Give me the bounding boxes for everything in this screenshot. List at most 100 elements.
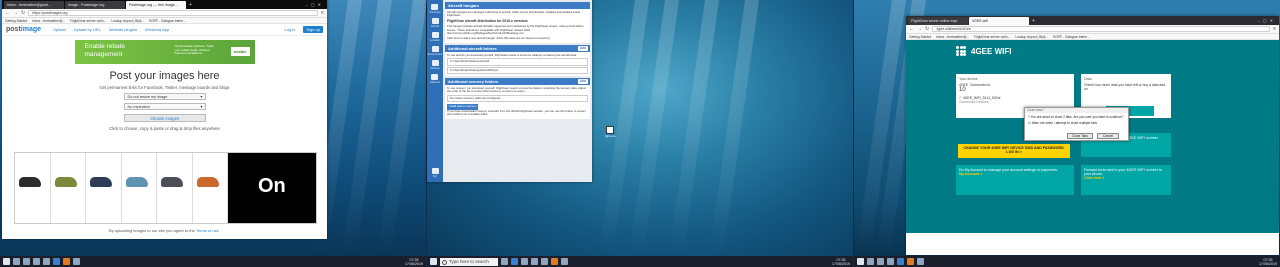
expiry-select[interactable]: No expiration <box>123 103 206 110</box>
flightgear-icon[interactable] <box>561 258 568 265</box>
mail-icon[interactable] <box>23 258 30 265</box>
reload-icon[interactable]: ↻ <box>925 26 929 32</box>
shoe-advert[interactable]: On <box>14 152 317 224</box>
advert-banner[interactable]: Enable rebate management Cloud-hosted so… <box>74 40 255 64</box>
folder-path[interactable]: C:/Users/fredm/Desktop/aircraft <box>447 58 588 66</box>
bookmark-item[interactable]: Getting Started <box>909 35 931 39</box>
hangar-hint[interactable]: Click here to add a new aircraft hangar.… <box>447 37 588 41</box>
sidebar-item-aircraft[interactable]: Aircraft <box>431 18 439 28</box>
nav-upload-url[interactable]: Upload by URL <box>74 27 101 32</box>
signup-button[interactable]: Sign up <box>303 26 323 33</box>
back-icon[interactable]: ← <box>5 10 10 16</box>
firefox-icon[interactable] <box>907 258 914 265</box>
bookmark-item[interactable]: Lookup Airport | Biyli... <box>111 19 144 23</box>
sidebar-item-settings[interactable]: Settings <box>430 60 440 70</box>
add-scenery-button[interactable]: Add <box>577 79 588 85</box>
add-folder-button[interactable]: Add <box>577 45 588 51</box>
taskbar-clock[interactable]: 07:35 17/06/2019 <box>832 258 850 266</box>
forward-card[interactable]: Forward texts sent to your 4GEE WIFI num… <box>1081 165 1171 195</box>
sidebar-item-location[interactable]: Location <box>430 32 440 42</box>
app-icon[interactable] <box>73 258 80 265</box>
store-icon[interactable] <box>43 258 50 265</box>
resize-select[interactable]: Do not resize my image <box>123 93 206 100</box>
url-bar[interactable]: 4gee.wifi/web/#/4Gee <box>932 26 1271 32</box>
site-logo[interactable]: postimage <box>6 26 41 33</box>
desktop: Inbox - fredmather@gmai... Image - Posti… <box>0 0 1280 267</box>
forward-icon[interactable]: → <box>13 10 18 16</box>
folder-icon[interactable] <box>33 258 40 265</box>
login-link[interactable]: Log in <box>285 27 296 32</box>
bookmark-item[interactable]: EGPF - Glasgow Intern... <box>1053 35 1090 39</box>
taskview-icon[interactable] <box>13 258 20 265</box>
new-tab-button[interactable]: + <box>1030 17 1037 25</box>
app-icon[interactable] <box>917 258 924 265</box>
change-ssid-banner[interactable]: CHANGE YOUR 4GEE WIFI DEVICE SSID AND PA… <box>958 144 1070 158</box>
search-input[interactable]: Type here to search <box>440 257 498 266</box>
start-icon[interactable] <box>3 258 10 265</box>
addons-panel: Aircraft hangars Aircraft hangars are ma… <box>443 0 592 182</box>
cancel-button[interactable]: Cancel <box>1097 133 1119 139</box>
bookmark-item[interactable]: Inbox - fredmather@... <box>936 35 969 39</box>
fly-button[interactable]: Fly! <box>431 168 439 178</box>
start-icon[interactable] <box>430 258 437 265</box>
tab-4gee[interactable]: 4GEE wifi <box>969 17 1029 25</box>
taskview-icon[interactable] <box>867 258 874 265</box>
tab-gmail[interactable]: Inbox - fredmather@gmai... <box>4 1 64 9</box>
sidebar-item-environment[interactable]: Environment <box>428 46 442 56</box>
choose-images-button[interactable]: Choose images <box>123 114 206 122</box>
url-bar[interactable]: https://postimages.org <box>28 10 319 16</box>
edge-icon[interactable] <box>511 258 518 265</box>
firefox-icon[interactable] <box>63 258 70 265</box>
store-icon[interactable] <box>531 258 538 265</box>
bookmark-item[interactable]: Lookup Airport | Biyli... <box>1015 35 1048 39</box>
nav-plugins[interactable]: Website plugins <box>109 27 137 32</box>
edge-icon[interactable] <box>897 258 904 265</box>
taskbar-clock[interactable]: 07:35 17/06/2019 <box>405 258 423 266</box>
nav-upload[interactable]: Upload <box>53 27 66 32</box>
forward-link[interactable]: Click here > <box>1084 176 1104 180</box>
tab-flightgear-map[interactable]: FlightGear server online map <box>908 17 968 25</box>
account-link[interactable]: My Account > <box>959 172 982 176</box>
bookmark-item[interactable]: FlightGear server onlin... <box>70 19 106 23</box>
folder-path[interactable]: C:/Users/fredm/Desktop/Aircraft/Navys <box>447 66 588 75</box>
desktop-shortcut[interactable]: fgfs.exe <box>605 126 616 138</box>
bookmark-item[interactable]: Inbox - fredmather@... <box>32 19 65 23</box>
edge-icon[interactable] <box>53 258 60 265</box>
advert-brand: enable <box>230 47 250 56</box>
new-tab-button[interactable]: + <box>187 1 194 9</box>
warn-checkbox[interactable]: ☑ Warn me when I attempt to close multip… <box>1028 121 1125 125</box>
forward-icon[interactable]: → <box>917 26 922 32</box>
firefox-icon[interactable] <box>551 258 558 265</box>
nav-windows-app[interactable]: Windows App <box>145 27 169 32</box>
reload-icon[interactable]: ↻ <box>21 10 25 16</box>
account-card[interactable]: Do My Account to manage your account set… <box>956 165 1074 195</box>
start-icon[interactable] <box>857 258 864 265</box>
mail-icon[interactable] <box>541 258 548 265</box>
taskview-icon[interactable] <box>501 258 508 265</box>
tab-postimage[interactable]: Postimage.org — free image... <box>126 1 186 9</box>
menu-icon[interactable]: ≡ <box>1273 26 1276 32</box>
section-body: To use scenery you download yourself, Fl… <box>445 85 590 119</box>
flightgear-launcher-window: Summary Aircraft Location Environment Se… <box>427 0 592 182</box>
connected-count: 10 <box>959 87 966 93</box>
menu-icon[interactable]: ≡ <box>321 10 324 16</box>
browser-window-4gee: FlightGear server online map 4GEE wifi +… <box>906 16 1279 255</box>
taskbar-1: 07:35 17/06/2019 <box>0 256 426 267</box>
window-controls[interactable]: –▢✕ <box>1258 17 1279 25</box>
section-body: Aircraft hangars are managed collections… <box>445 9 590 43</box>
bookmark-item[interactable]: EGPF - Glasgow Intern... <box>149 19 186 23</box>
hangar-url[interactable]: http://mirrors.ibiblio.org/flightgear/ft… <box>447 31 588 35</box>
terms-link[interactable]: Terms of use. <box>196 228 220 233</box>
close-tabs-button[interactable]: Close Tabs <box>1067 133 1093 139</box>
sidebar-item-summary[interactable]: Summary <box>429 4 441 14</box>
bookmark-item[interactable]: Getting Started <box>5 19 27 23</box>
back-icon[interactable]: ← <box>909 26 914 32</box>
folder-icon[interactable] <box>521 258 528 265</box>
tab-image[interactable]: Image - Postimage.org <box>65 1 125 9</box>
mail-icon[interactable] <box>877 258 884 265</box>
sidebar-item-addons[interactable]: Add-ons <box>430 74 440 84</box>
bookmark-item[interactable]: FlightGear server onlin... <box>974 35 1010 39</box>
window-controls[interactable]: –▢✕ <box>306 1 327 9</box>
taskbar-clock[interactable]: 07:35 17/06/2019 <box>1259 258 1277 266</box>
folder-icon[interactable] <box>887 258 894 265</box>
